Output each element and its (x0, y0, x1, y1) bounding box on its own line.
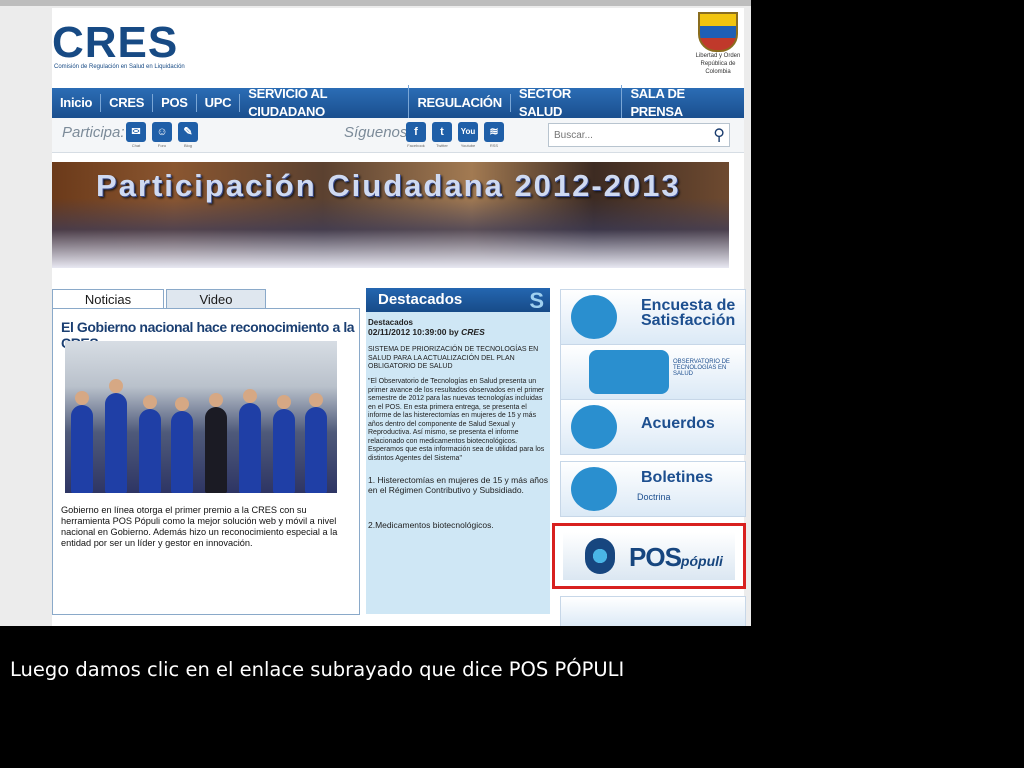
observatorio-icon (589, 350, 669, 394)
nav-item-cres[interactable]: CRES (101, 94, 154, 112)
nav-item-upc[interactable]: UPC (197, 94, 241, 112)
pos-populi-logo-icon (585, 538, 615, 574)
next-banner-partial[interactable] (560, 596, 746, 626)
destacados-title: Destacados (378, 291, 463, 308)
observatorio-label: OBSERVATORIO DE TECNOLOGÍAS EN SALUD (673, 359, 730, 377)
photo-person (105, 379, 127, 493)
forum-icon[interactable]: ☺ (152, 122, 172, 142)
chat-caption: Chat (131, 143, 141, 148)
twitter-icon[interactable]: t (432, 122, 452, 142)
news-panel: El Gobierno nacional hace reconocimiento… (52, 308, 360, 615)
destacados-meta: 02/11/2012 10:39:00 by CRES (368, 328, 548, 337)
seal-text-1: Libertad y Orden (695, 53, 741, 59)
cres-logo[interactable]: CRES Comisión de Regulación en Salud en … (52, 18, 212, 78)
coat-of-arms-icon (698, 12, 738, 52)
photo-person (239, 389, 261, 493)
slide-caption: Luego damos clic en el enlace subrayado … (10, 658, 625, 681)
destacados-header: Destacados S (366, 288, 550, 313)
banner-photo (52, 198, 729, 268)
siguenos-label: Síguenos: (344, 124, 412, 141)
photo-person (305, 393, 327, 493)
facebook-icon[interactable]: f (406, 122, 426, 142)
pos-label: POS (629, 542, 682, 572)
nav-item-regulacion[interactable]: REGULACIÓN (409, 94, 511, 112)
youtube-icon[interactable]: You (458, 122, 478, 142)
nav-item-inicio[interactable]: Inicio (52, 94, 102, 112)
search-box: ⚲ (548, 123, 730, 147)
destacados-list-2[interactable]: 2.Medicamentos biotecnológicos. (368, 521, 548, 530)
acuerdos-banner[interactable]: Acuerdos (560, 399, 746, 455)
facebook-caption: Facebook (407, 143, 425, 148)
pos-populi-link-highlighted[interactable]: POSpópuli (552, 523, 746, 589)
destacados-list-1[interactable]: 1. Histerectomías en mujeres de 15 y más… (368, 475, 548, 495)
logo-subtitle: Comisión de Regulación en Salud en Liqui… (54, 64, 185, 70)
photo-person (139, 395, 161, 493)
encuesta-banner[interactable]: Encuesta de Satisfacción (560, 289, 746, 345)
nav-item-sala-prensa[interactable]: SALA DE PRENSA (622, 85, 744, 121)
photo-person (171, 397, 193, 493)
boletines-label: Boletines (641, 469, 714, 486)
youtube-caption: Youtube (460, 143, 476, 148)
nav-item-pos[interactable]: POS (153, 94, 197, 112)
logo-text: CRES (52, 18, 179, 67)
forum-caption: Foro (157, 143, 167, 148)
boletines-sublabel: Doctrina (637, 492, 671, 502)
news-photo[interactable] (65, 341, 337, 493)
browser-screenshot: CRES Comisión de Regulación en Salud en … (0, 0, 751, 626)
search-input[interactable] (552, 126, 706, 144)
person-icon (571, 295, 617, 339)
top-band (0, 0, 751, 6)
search-icon[interactable]: ⚲ (713, 125, 725, 145)
destacados-date: 02/11/2012 10:39:00 by (368, 327, 459, 337)
photo-person (71, 391, 93, 493)
banner-title: Participación Ciudadana 2012-2013 (96, 168, 681, 203)
encuesta-line-1: Encuesta de (641, 297, 736, 314)
chat-icon[interactable]: ✉ (126, 122, 146, 142)
download-icon (571, 467, 617, 511)
acuerdos-label: Acuerdos (641, 415, 715, 432)
participa-label: Participa: (62, 124, 125, 141)
tab-noticias[interactable]: Noticias (52, 289, 164, 310)
twitter-caption: Twitter (436, 143, 448, 148)
photo-person (205, 393, 227, 493)
news-body: Gobierno en línea otorga el primer premi… (61, 505, 338, 548)
pos-populi-banner[interactable]: POSpópuli (563, 532, 735, 580)
cres-mark-icon: S (529, 288, 544, 313)
destacados-author: CRES (461, 327, 485, 337)
pos-populi-label: POSpópuli (629, 542, 723, 573)
tab-video[interactable]: Video (166, 289, 266, 310)
encuesta-line-2: Satisfacción (641, 312, 736, 329)
blog-caption: Blog (183, 143, 192, 148)
seal-text-2: República de Colombia (700, 61, 736, 75)
destacados-item-1[interactable]: SISTEMA DE PRIORIZACIÓN DE TECNOLOGÍAS E… (368, 346, 548, 372)
main-nav: Inicio CRES POS UPC SERVICIO AL CIUDADAN… (52, 85, 744, 121)
colombia-seal: Libertad y Orden República de Colombia (692, 12, 744, 84)
blog-icon[interactable]: ✎ (178, 122, 198, 142)
handshake-icon (571, 405, 617, 449)
nav-item-sector-salud[interactable]: SECTOR SALUD (511, 85, 623, 121)
nav-item-servicio[interactable]: SERVICIO AL CIUDADANO (240, 85, 410, 121)
populi-label: pópuli (680, 553, 723, 569)
destacados-item-2: "El Observatorio de Tecnologías en Salud… (368, 378, 545, 462)
observatorio-banner[interactable]: OBSERVATORIO DE TECNOLOGÍAS EN SALUD (560, 344, 746, 400)
encuesta-label: Encuesta de Satisfacción (641, 297, 736, 329)
rss-icon[interactable]: ≋ (484, 122, 504, 142)
photo-person (273, 395, 295, 493)
boletines-banner[interactable]: Boletines Doctrina (560, 461, 746, 517)
destacados-panel: Destacados S Destacados 02/11/2012 10:39… (366, 288, 550, 614)
participation-toolbar: Participa: ✉ Chat ☺ Foro ✎ Blog Síguenos… (52, 118, 744, 153)
rss-caption: RSS (489, 143, 499, 148)
hero-banner[interactable]: Participación Ciudadana 2012-2013 (52, 162, 729, 268)
